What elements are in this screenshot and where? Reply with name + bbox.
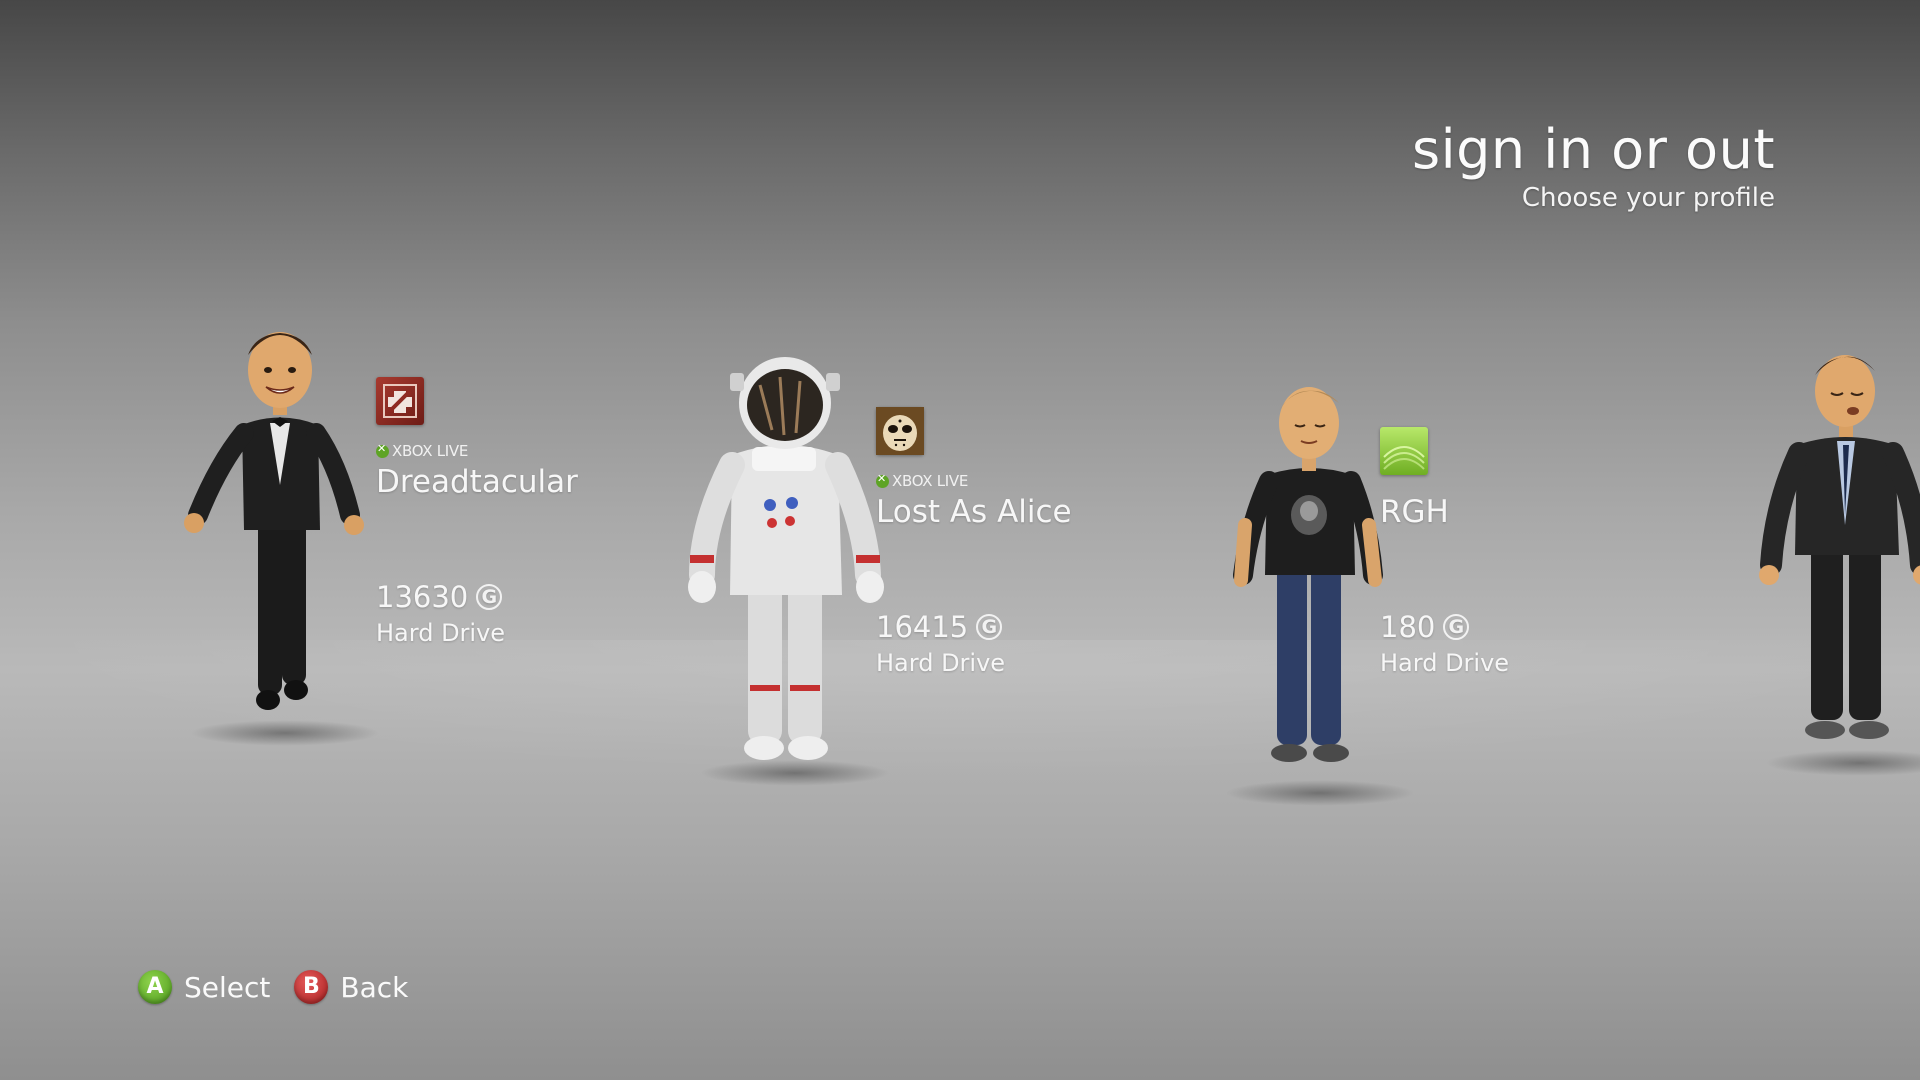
xbox-live-label: XBOX LIVE	[892, 472, 969, 490]
avatar-suit	[1759, 355, 1920, 739]
profile-card-4[interactable]	[1745, 345, 1920, 785]
back-label: Back	[340, 970, 409, 1004]
gamerscore-value: 16415	[876, 610, 969, 644]
gamerpic-green-wave-icon	[1380, 427, 1428, 475]
xbox-logo-icon	[876, 472, 889, 488]
page-title: sign in or out	[1411, 118, 1775, 181]
profile-card-3[interactable]: RGH 180 G Hard Drive	[1205, 375, 1665, 815]
select-action[interactable]: A Select	[138, 970, 270, 1004]
gamerscore: 13630 G	[376, 580, 503, 614]
gamerscore: 16415 G	[876, 610, 1003, 644]
storage-location: Hard Drive	[1380, 649, 1510, 677]
gamerscore-g-icon: G	[1443, 614, 1470, 640]
gamertag: Dreadtacular	[376, 464, 578, 500]
button-legend: A Select B Back	[138, 970, 408, 1004]
xbox-live-tag: XBOX LIVE	[876, 472, 968, 490]
select-label: Select	[184, 970, 271, 1004]
gamerpic-red-cross-emblem-icon	[376, 377, 424, 425]
avatar-astronaut	[688, 357, 884, 760]
gamertag: RGH	[1380, 494, 1449, 530]
storage-location: Hard Drive	[376, 619, 506, 647]
xbox-live-label: XBOX LIVE	[392, 442, 469, 460]
xbox-logo-icon	[376, 442, 389, 458]
storage-location: Hard Drive	[876, 649, 1006, 677]
avatar-tuxedo	[184, 332, 364, 710]
gamerscore-g-icon: G	[476, 584, 503, 610]
gamerscore-g-icon: G	[976, 614, 1003, 640]
profile-card-2[interactable]: XBOX LIVE Lost As Alice 16415 G Hard Dri…	[680, 355, 1140, 795]
a-button-icon[interactable]: A	[138, 970, 172, 1004]
header: sign in or out Choose your profile	[1412, 118, 1775, 213]
gamerpic-hockey-mask-icon	[876, 407, 924, 455]
xbox-live-tag: XBOX LIVE	[376, 442, 468, 460]
profile-card-1[interactable]: XBOX LIVE Dreadtacular 13630 G Hard Driv…	[170, 315, 630, 755]
gamertag: Lost As Alice	[876, 494, 1072, 530]
b-button-icon[interactable]: B	[294, 970, 329, 1004]
page-subtitle: Choose your profile	[1521, 183, 1775, 213]
gamerscore-value: 13630	[376, 580, 469, 614]
back-action[interactable]: B Back	[294, 970, 408, 1004]
gamerscore: 180 G	[1380, 610, 1470, 644]
gamerscore-value: 180	[1380, 610, 1436, 644]
